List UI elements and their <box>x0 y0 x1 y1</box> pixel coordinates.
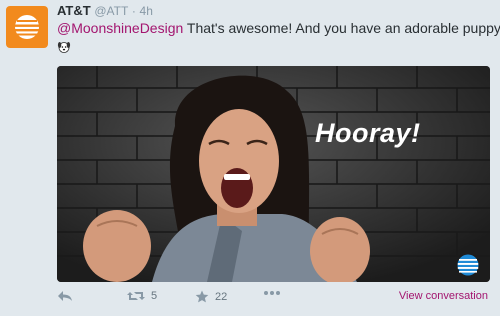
more-button[interactable] <box>263 290 281 296</box>
reply-button[interactable] <box>57 290 73 302</box>
retweet-button[interactable]: 5 <box>127 290 157 302</box>
att-globe-icon <box>15 15 39 39</box>
header-separator: · <box>131 4 136 18</box>
tweet-body: That's awesome! And you have an adorable… <box>186 20 500 36</box>
retweet-icon <box>127 292 145 300</box>
view-conversation-link[interactable]: View conversation <box>399 290 488 302</box>
tweet-timestamp[interactable]: 4h <box>140 4 153 18</box>
favorite-count: 22 <box>215 290 228 303</box>
tweet-text: @MoonshineDesign That's awesome! And you… <box>57 20 500 36</box>
tweet-avatar[interactable] <box>6 6 48 48</box>
tweet-actions: 5 22 View conversation <box>57 290 497 310</box>
author-handle[interactable]: @ATT <box>94 4 128 18</box>
tweet-header: AT&T @ATT · 4h <box>57 3 153 18</box>
att-globe-icon <box>457 254 479 276</box>
star-icon <box>195 290 209 303</box>
more-dots-icon <box>264 291 280 295</box>
media-overlay-text: Hooray! <box>315 118 421 148</box>
reply-icon <box>58 291 72 301</box>
mention-link[interactable]: @MoonshineDesign <box>57 20 183 36</box>
author-name[interactable]: AT&T <box>57 3 91 18</box>
retweet-count: 5 <box>151 290 158 302</box>
dog-face-icon <box>57 42 71 53</box>
photo-illustration <box>57 66 490 282</box>
favorite-button[interactable]: 22 <box>195 290 227 303</box>
tweet-media-image[interactable]: Hooray! <box>57 66 490 282</box>
